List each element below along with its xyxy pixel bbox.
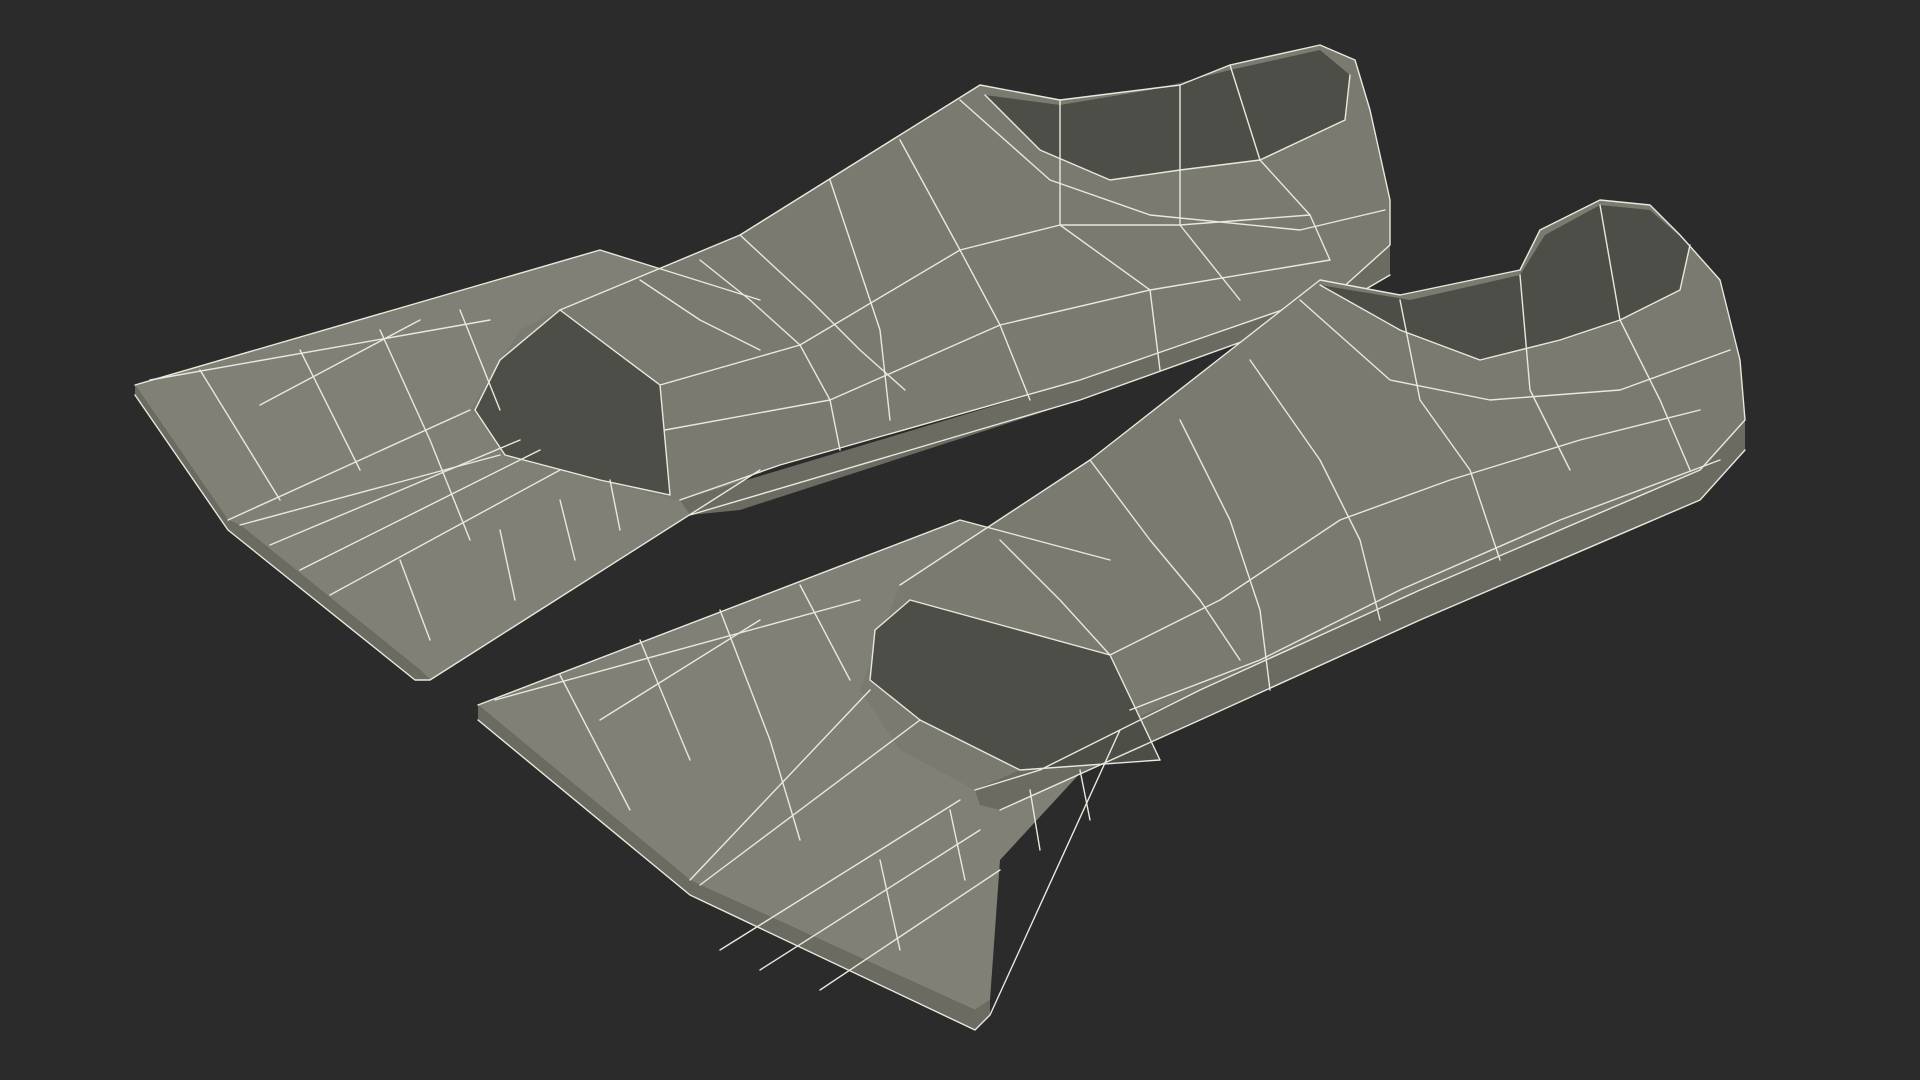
render-canvas bbox=[134, 44, 1746, 1031]
viewport-3d bbox=[0, 0, 1920, 1080]
